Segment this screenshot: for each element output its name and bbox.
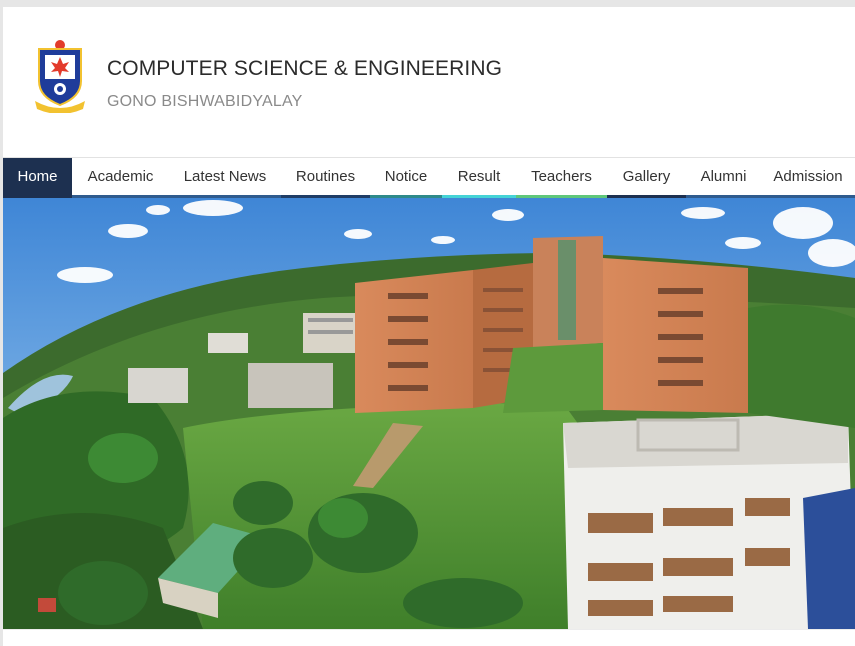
- nav-label: Routines: [295, 168, 356, 185]
- campus-panorama-image: [3, 198, 855, 629]
- nav-latest-news[interactable]: Latest News: [169, 158, 281, 199]
- nav-label: Notice: [384, 168, 428, 185]
- nav-notice[interactable]: Notice: [370, 158, 442, 199]
- nav-label: Alumni: [700, 168, 747, 185]
- nav-label: Academic: [87, 168, 154, 185]
- university-crest-icon[interactable]: [31, 37, 89, 114]
- nav-label: Gallery: [622, 168, 671, 185]
- nav-academic[interactable]: Academic: [72, 158, 169, 199]
- nav-label: Result: [457, 168, 501, 185]
- nav-label: Teachers: [531, 168, 592, 185]
- page: COMPUTER SCIENCE & ENGINEERING GONO BISH…: [3, 7, 855, 646]
- nav-admission[interactable]: Admission: [761, 158, 855, 199]
- nav-label: Home: [17, 168, 58, 185]
- site-header: COMPUTER SCIENCE & ENGINEERING GONO BISH…: [3, 7, 855, 157]
- nav-label: Latest News: [183, 168, 267, 185]
- main-nav: Home Academic Latest News Routines Notic…: [3, 157, 855, 199]
- nav-teachers[interactable]: Teachers: [516, 158, 607, 199]
- nav-gallery[interactable]: Gallery: [607, 158, 686, 199]
- site-subtitle: GONO BISHWABIDYALAY: [107, 93, 303, 110]
- nav-home[interactable]: Home: [3, 158, 72, 199]
- nav-result[interactable]: Result: [442, 158, 516, 199]
- nav-label: Admission: [773, 168, 843, 185]
- nav-alumni[interactable]: Alumni: [686, 158, 761, 199]
- content-divider: [3, 629, 855, 646]
- site-title: COMPUTER SCIENCE & ENGINEERING: [107, 57, 503, 80]
- nav-routines[interactable]: Routines: [281, 158, 370, 199]
